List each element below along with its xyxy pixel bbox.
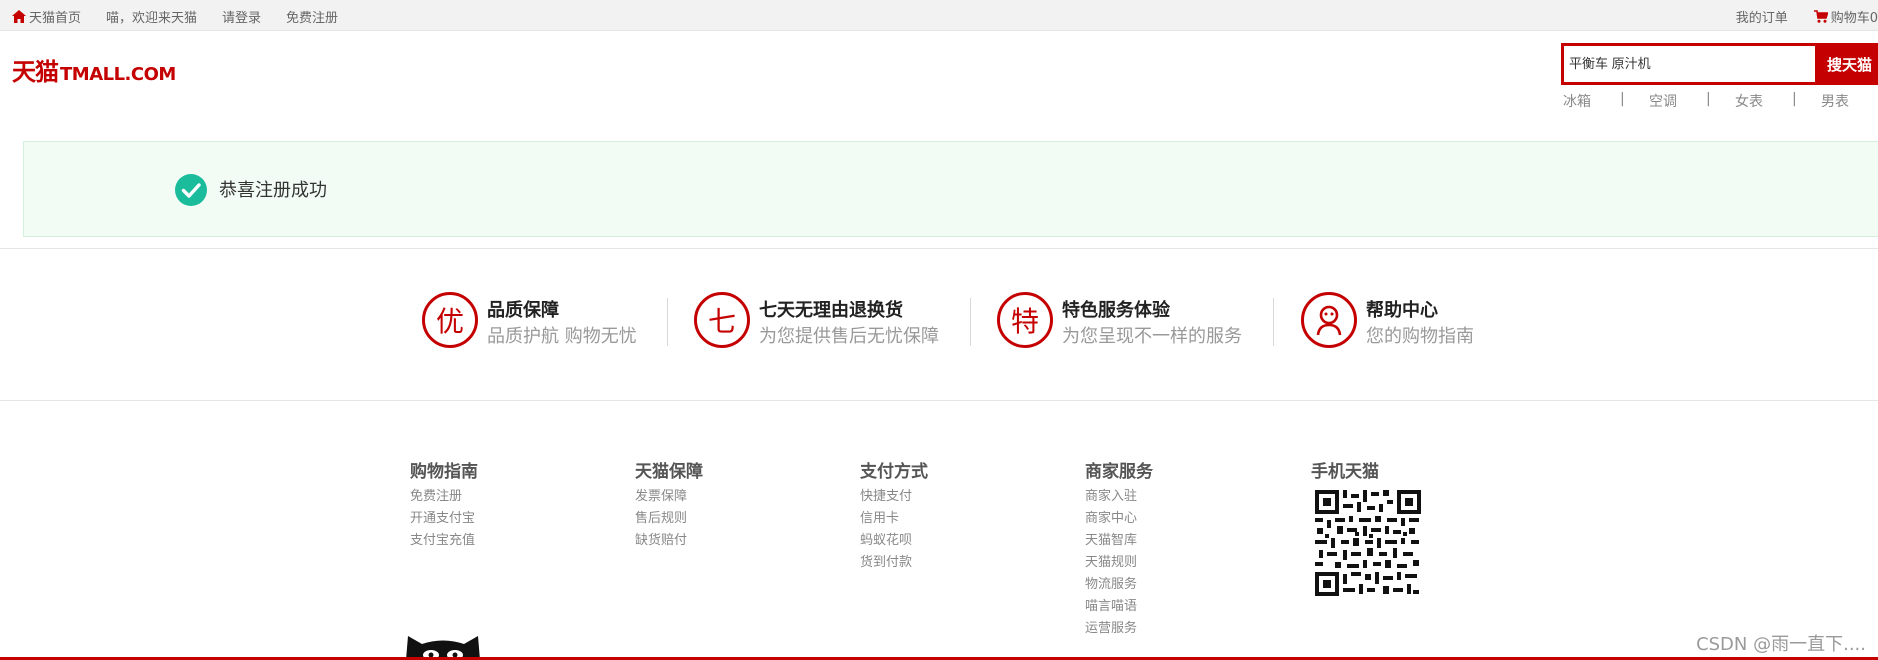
service-subtitle: 品质护航 购物无忧 [487,326,637,347]
service-title: 品质保障 [487,300,559,321]
success-message: 恭喜注册成功 [219,180,327,201]
service-title: 帮助中心 [1366,300,1438,321]
service-subtitle: 您的购物指南 [1366,326,1474,347]
footer-link[interactable]: 商家中心 [1085,508,1153,530]
home-link-label: 天猫首页 [29,11,82,26]
footer-link[interactable]: 货到付款 [860,552,928,574]
success-banner: 恭喜注册成功 [23,141,1878,237]
footer-column-title: 手机天猫 [1311,462,1379,482]
hotword-link[interactable]: 男表 [1821,91,1861,111]
search-box: 搜天猫 [1561,43,1878,85]
search-input[interactable] [1564,46,1815,82]
separator [667,298,668,346]
check-circle-icon [175,174,207,206]
hotword-separator: | [1706,91,1711,107]
footer-link[interactable]: 免费注册 [410,486,478,508]
footer-link[interactable]: 运营服务 [1085,618,1153,640]
home-link[interactable]: 天猫首页 [12,7,81,26]
footer-link[interactable]: 天猫智库 [1085,530,1153,552]
csdn-watermark: CSDN @雨一直下.... [1696,634,1866,655]
qr-code-icon [1313,488,1423,598]
search-button[interactable]: 搜天猫 [1815,45,1878,84]
hotword-link[interactable]: 冰箱 [1563,91,1620,111]
footer-link[interactable]: 商家入驻 [1085,486,1153,508]
footer-link[interactable]: 支付宝充值 [410,530,478,552]
logo-cn: 天猫 [12,58,59,86]
top-bar: 天猫首页 喵，欢迎来天猫 请登录 免费注册 我的订单 购物车0 [0,0,1878,31]
service-subtitle: 为您呈现不一样的服务 [1062,326,1242,347]
footer-link[interactable]: 缺货赔付 [635,530,703,552]
service-strip: 优 品质保障 品质护航 购物无忧 七 七天无理由退换货 为您提供售后无忧保障 特… [0,290,1878,352]
separator [1273,298,1274,346]
footer-column-title: 天猫保障 [635,462,703,482]
welcome-text: 喵，欢迎来天猫 [106,11,198,26]
footer-column-merchant: 商家服务 商家入驻 商家中心 天猫智库 天猫规则 物流服务 喵言喵语 运营服务 [1085,457,1153,640]
separator [970,298,971,346]
hotword-separator: | [1620,91,1625,107]
hotword-link[interactable]: 女表 [1735,91,1792,111]
special-icon: 特 [997,292,1053,348]
footer-link[interactable]: 物流服务 [1085,574,1153,596]
divider [0,400,1878,401]
footer-link[interactable]: 信用卡 [860,508,928,530]
seven-day-icon: 七 [694,292,750,348]
footer-link[interactable]: 售后规则 [635,508,703,530]
footer-column-title: 支付方式 [860,462,928,482]
footer-column-payment: 支付方式 快捷支付 信用卡 蚂蚁花呗 货到付款 [860,457,928,574]
logo-en: TMALL.COM [60,64,176,85]
service-title: 七天无理由退换货 [759,300,903,321]
footer-link[interactable]: 喵言喵语 [1085,596,1153,618]
cart-link[interactable]: 购物车0 [1813,7,1878,26]
hotword-link[interactable]: 空调 [1649,91,1706,111]
my-orders-link[interactable]: 我的订单 [1736,7,1788,26]
quality-icon: 优 [422,292,478,348]
tmall-logo[interactable]: 天猫 TMALL.COM [12,52,176,87]
service-subtitle: 为您提供售后无忧保障 [759,326,939,347]
service-title: 特色服务体验 [1062,300,1170,321]
hot-keywords: 冰箱 | 空调 | 女表 | 男表 [1563,91,1878,111]
footer-column-tmall-guarantee: 天猫保障 发票保障 售后规则 缺货赔付 [635,457,703,552]
footer-link[interactable]: 发票保障 [635,486,703,508]
login-link[interactable]: 请登录 [222,7,261,26]
footer-link[interactable]: 快捷支付 [860,486,928,508]
home-icon [12,10,26,23]
footer-column-title: 商家服务 [1085,462,1153,482]
cart-icon [1813,10,1828,23]
cart-label: 购物车0 [1830,11,1878,26]
footer-column-mobile-tmall: 手机天猫 [1311,457,1379,486]
help-face-icon [1301,292,1357,348]
footer-column-title: 购物指南 [410,462,478,482]
register-link[interactable]: 免费注册 [286,7,338,26]
tmall-cat-icon [406,636,480,660]
footer-link[interactable]: 天猫规则 [1085,552,1153,574]
footer-link[interactable]: 蚂蚁花呗 [860,530,928,552]
hotword-separator: | [1792,91,1797,107]
divider [0,248,1878,249]
footer-link[interactable]: 开通支付宝 [410,508,478,530]
footer-column-shopping-guide: 购物指南 免费注册 开通支付宝 支付宝充值 [410,457,478,552]
